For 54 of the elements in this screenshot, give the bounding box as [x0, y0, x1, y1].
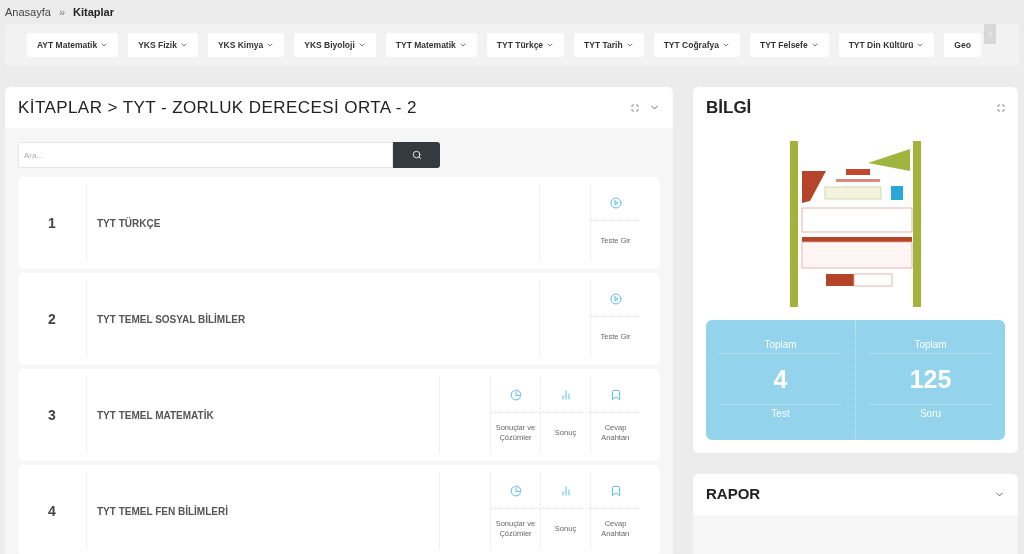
caret-icon: [810, 41, 819, 49]
book-title: TYT TEMEL FEN BİLİMLERİ: [97, 504, 228, 519]
card-title: BİLGİ: [706, 96, 752, 119]
play-icon: [609, 292, 622, 305]
stat-caption: Toplam: [719, 338, 842, 354]
bar-chart-icon: [559, 388, 572, 401]
category-dropdown[interactable]: TYT Din Kültürü: [838, 33, 935, 57]
breadcrumb-link[interactable]: Kitaplar: [73, 3, 114, 21]
breadcrumb-link[interactable]: Anasayfa: [5, 3, 51, 21]
category-dropdown[interactable]: TYT Tarih: [574, 33, 644, 57]
card-title: KİTAPLAR > TYT - ZORLUK DERECESİ ORTA - 2: [18, 96, 417, 119]
category-dropdown[interactable]: TYT Türkçe: [486, 33, 565, 57]
row-number: 2: [48, 309, 56, 329]
caret-icon: [458, 41, 467, 49]
stat-caption: Test: [719, 404, 842, 420]
category-dropdown[interactable]: TYT Coğrafya: [653, 33, 740, 57]
category-dropdown[interactable]: TYT Felsefe: [749, 33, 829, 57]
caret-icon: [625, 41, 634, 49]
pie-chart-icon: [509, 388, 522, 401]
stat-caption: Soru: [869, 404, 992, 420]
category-dropdown[interactable]: YKS Fizik: [128, 33, 198, 57]
category-dropdown[interactable]: YKS Biyoloji: [294, 33, 376, 57]
caret-icon: [721, 41, 730, 49]
breadcrumb-separator: »: [58, 4, 65, 20]
stat-value: 125: [908, 364, 953, 395]
row-number: 3: [48, 405, 56, 425]
caret-icon: [179, 41, 188, 49]
stat-caption: Toplam: [869, 338, 992, 354]
caret-icon: [546, 41, 555, 49]
stat-value: 4: [772, 364, 789, 395]
caret-icon: [916, 41, 925, 49]
category-dropdown[interactable]: TYT Matematik: [385, 33, 477, 57]
category-dropdown[interactable]: Geo: [944, 33, 981, 57]
caret-icon: [100, 41, 109, 49]
book-title: TYT TEMEL MATEMATİK: [97, 408, 214, 423]
search-field[interactable]: Ara...: [18, 142, 393, 168]
caret-icon: [357, 41, 366, 49]
bookmark-icon: [609, 484, 622, 497]
category-dropdown[interactable]: AYT Matematik: [27, 33, 119, 57]
play-icon: [609, 196, 622, 209]
row-number: 4: [48, 501, 56, 521]
bookmark-icon: [609, 388, 622, 401]
row-number: 1: [48, 213, 56, 233]
card-title: RAPOR: [706, 484, 761, 505]
category-dropdown[interactable]: YKS Kimya: [207, 33, 285, 57]
fullscreen-icon[interactable]: [631, 103, 639, 112]
search-icon: [411, 150, 422, 160]
caret-icon: [266, 41, 275, 49]
pie-chart-icon: [509, 484, 522, 497]
bar-chart-icon: [559, 484, 572, 497]
fullscreen-icon[interactable]: [997, 103, 1005, 112]
book-title: TYT TÜRKÇE: [97, 216, 161, 231]
book-title: TYT TEMEL SOSYAL BİLİMLER: [97, 312, 246, 327]
search-button[interactable]: [393, 142, 440, 168]
